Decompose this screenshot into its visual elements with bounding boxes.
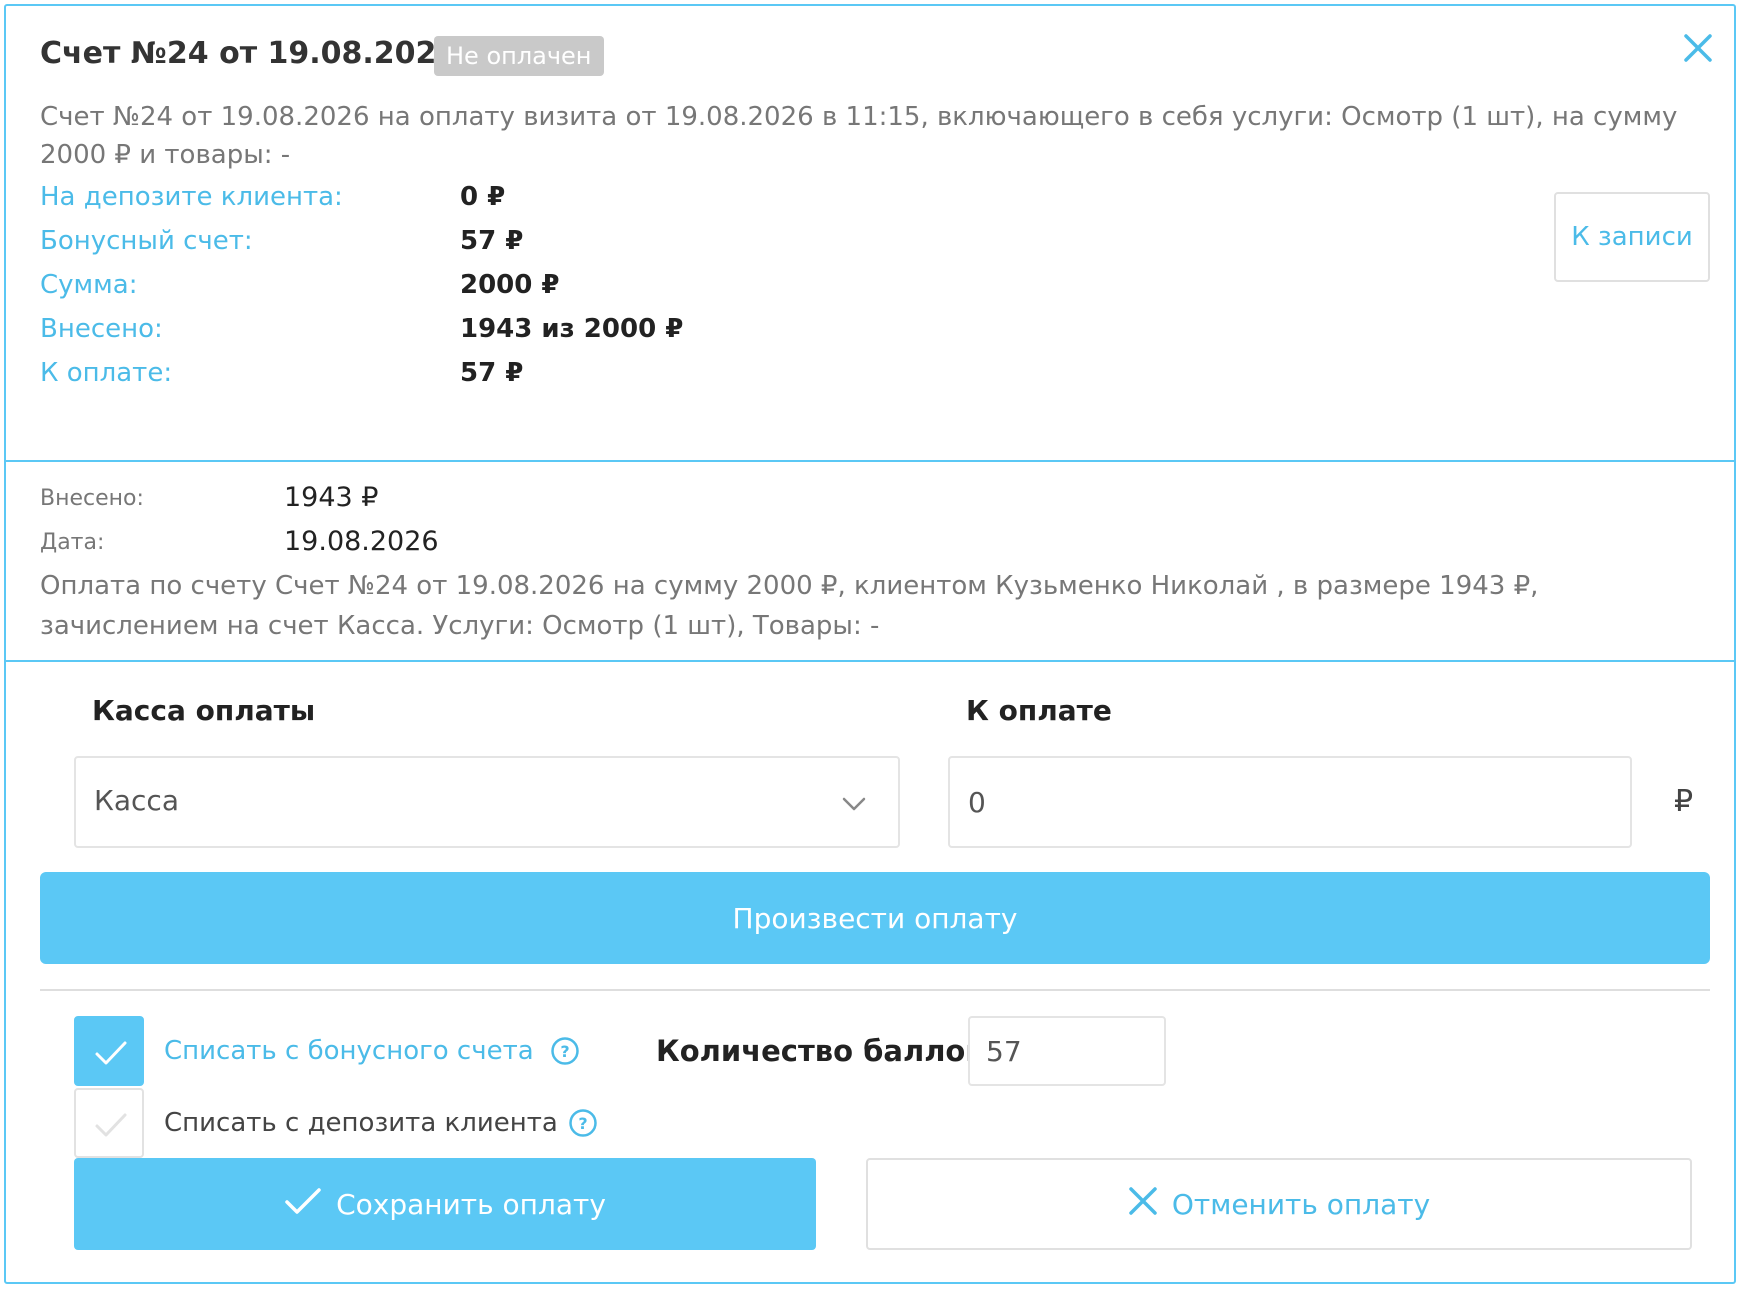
- points-input[interactable]: [968, 1016, 1166, 1086]
- make-payment-button[interactable]: Произвести оплату: [40, 872, 1710, 964]
- cancel-payment-button[interactable]: Отменить оплату: [866, 1158, 1692, 1250]
- checkmark-icon: [95, 1041, 127, 1065]
- amount-title: К оплате: [966, 694, 1112, 727]
- deposit-option-label[interactable]: Списать с депозита клиента: [164, 1108, 558, 1138]
- payment-paid-value: 1943 ₽: [284, 482, 379, 513]
- payment-date-value: 19.08.2026: [284, 526, 439, 557]
- currency-sign: ₽: [1674, 784, 1694, 819]
- to-pay-label: К оплате:: [40, 358, 173, 388]
- cashbox-title: Касса оплаты: [92, 694, 316, 727]
- x-icon: [1128, 1186, 1158, 1223]
- help-icon[interactable]: ?: [550, 1036, 580, 1066]
- deposit-label: На депозите клиента:: [40, 182, 343, 212]
- sum-value: 2000 ₽: [460, 270, 560, 300]
- invoice-title: Счет №24 от 19.08.2026: [40, 36, 458, 71]
- cancel-payment-label: Отменить оплату: [1171, 1187, 1431, 1221]
- form-divider: [40, 989, 1710, 991]
- close-icon[interactable]: [1678, 28, 1718, 68]
- to-pay-value: 57 ₽: [460, 358, 524, 388]
- cashbox-selected-value: Касса: [94, 784, 179, 817]
- points-label: Количество баллов: [656, 1034, 984, 1068]
- bonus-checkbox[interactable]: [74, 1016, 144, 1086]
- payment-description: Оплата по счету Счет №24 от 19.08.2026 н…: [40, 571, 1539, 641]
- checkmark-icon: [284, 1186, 322, 1223]
- section-divider: [6, 660, 1734, 662]
- save-payment-button[interactable]: Сохранить оплату: [74, 1158, 816, 1250]
- save-payment-label: Сохранить оплату: [336, 1187, 606, 1221]
- chevron-down-icon: [840, 790, 868, 818]
- deposit-checkbox[interactable]: [74, 1088, 144, 1158]
- to-record-button[interactable]: К записи: [1554, 192, 1710, 282]
- invoice-payment-modal: Счет №24 от 19.08.2026 Не оплачен Счет №…: [4, 4, 1736, 1284]
- payment-paid-label: Внесено:: [40, 486, 144, 511]
- paid-value: 1943 из 2000 ₽: [460, 314, 684, 344]
- amount-input[interactable]: [948, 756, 1632, 848]
- invoice-description: Счет №24 от 19.08.2026 на оплату визита …: [40, 102, 1678, 170]
- checkmark-icon: [95, 1113, 127, 1137]
- deposit-value: 0 ₽: [460, 182, 506, 212]
- svg-text:?: ?: [578, 1114, 587, 1133]
- bonus-account-label: Бонусный счет:: [40, 226, 253, 256]
- status-badge: Не оплачен: [434, 36, 604, 76]
- cashbox-select[interactable]: Касса: [74, 756, 900, 848]
- payment-date-label: Дата:: [40, 530, 105, 555]
- help-icon[interactable]: ?: [568, 1108, 598, 1138]
- section-divider: [6, 460, 1734, 462]
- bonus-option-label[interactable]: Списать с бонусного счета: [164, 1036, 534, 1066]
- paid-label: Внесено:: [40, 314, 163, 344]
- svg-text:?: ?: [560, 1042, 569, 1061]
- sum-label: Сумма:: [40, 270, 138, 300]
- bonus-account-value: 57 ₽: [460, 226, 524, 256]
